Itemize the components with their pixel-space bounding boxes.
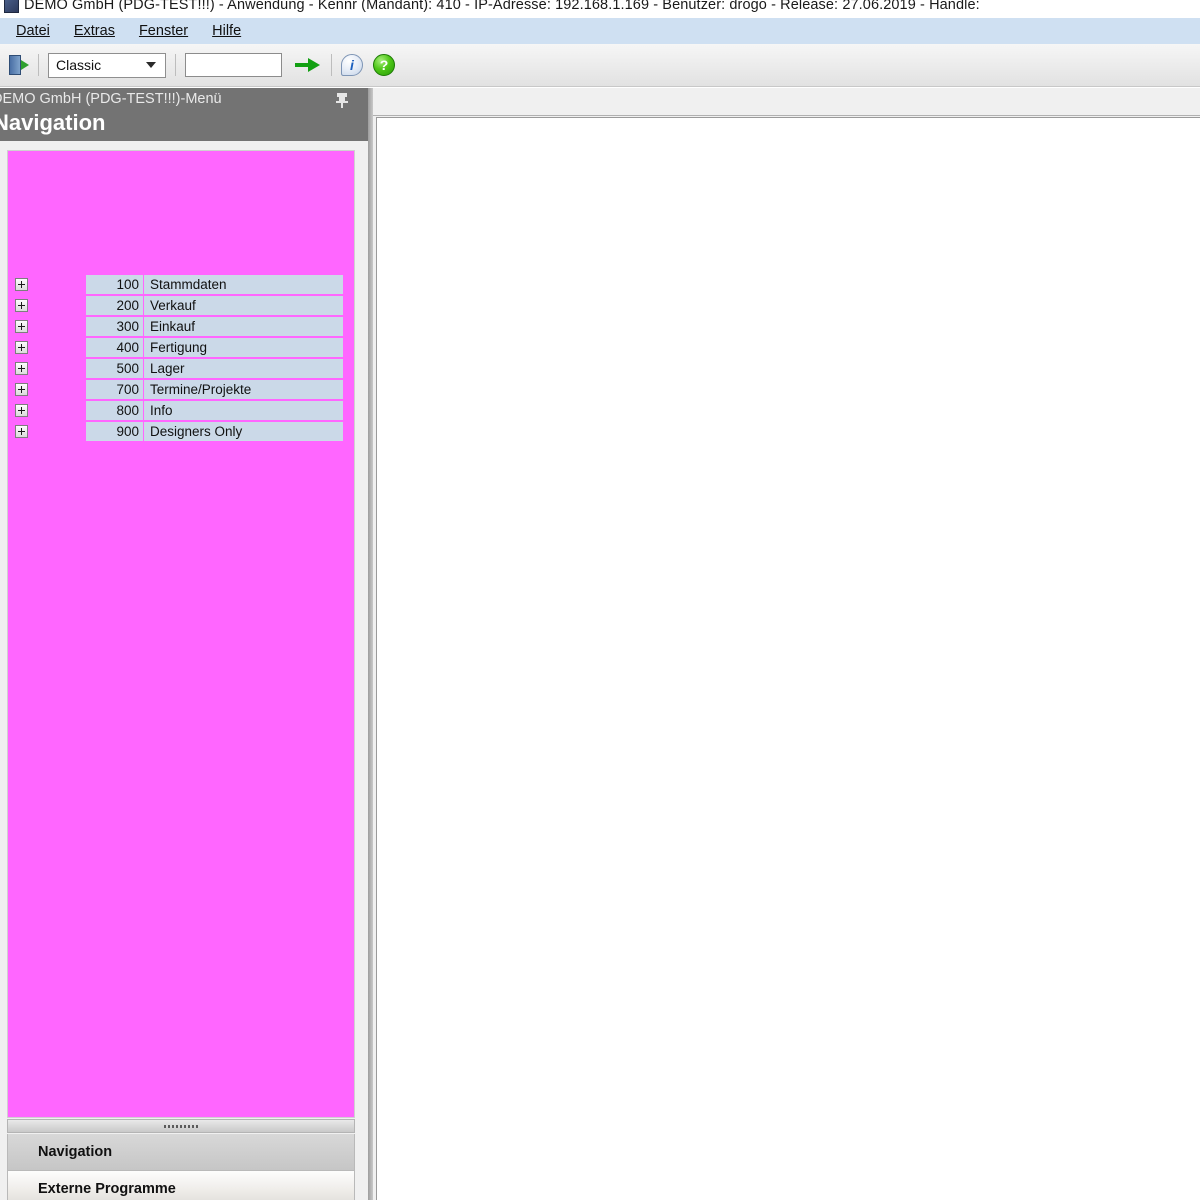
tree-row-cells: 300 Einkauf [86,317,343,336]
tree-row[interactable]: 900 Designers Only [8,422,354,441]
plus-expander-icon[interactable] [15,404,28,417]
menu-item-extras-label: Extras [73,23,115,39]
dock-bar-group: NavigationExterne ProgrammeFavoriten [7,1134,355,1200]
plus-expander-icon[interactable] [15,425,28,438]
arrow-head [308,58,320,72]
tree-item-label: Designers Only [144,422,343,441]
help-circle-icon[interactable]: ? [373,54,395,76]
skin-select[interactable]: Classic [48,52,166,78]
tree-row-cells: 200 Verkauf [86,296,343,315]
application-window: DEMO GmbH (PDG-TEST!!!) - Anwendung - Ke… [0,0,1200,1200]
grip-dot [168,1124,170,1128]
grip-dot [176,1124,178,1128]
dock-caption-bar: DEMO GmbH (PDG-TEST!!!)-Menü Navigation [0,88,368,141]
navigation-tree-list: 100 Stammdaten 200 Verkauf 300 Einkauf 400 Fert… [8,275,354,443]
dock-bar-label: Navigation [38,1144,113,1160]
menu-item-fenster[interactable]: Fenster [128,20,199,42]
tree-row[interactable]: 300 Einkauf [8,317,354,336]
tree-row-cells: 400 Fertigung [86,338,343,357]
tree-row[interactable]: 100 Stammdaten [8,275,354,294]
plus-expander-icon[interactable] [15,341,28,354]
menu-item-datei[interactable]: Datei [5,20,61,42]
info-balloon-icon[interactable]: i [341,54,363,76]
tree-item-code: 900 [86,422,143,441]
skin-select-value: Classic [56,57,102,73]
tree-item-label: Verkauf [144,296,343,315]
exit-door-icon[interactable] [9,55,29,75]
info-glyph: i [350,57,354,73]
tree-row-cells: 700 Termine/Projekte [86,380,343,399]
menu-item-fenster-label: Fenster [138,23,189,39]
grip-dot [164,1124,166,1128]
navigation-tree: 100 Stammdaten 200 Verkauf 300 Einkauf 400 Fert… [7,150,355,1118]
grip-dots-group [164,1124,198,1128]
tree-item-label: Einkauf [144,317,343,336]
plus-expander-icon[interactable] [15,320,28,333]
toolbar-separator-1 [38,54,39,76]
application-icon [4,0,19,13]
plus-expander-icon[interactable] [15,383,28,396]
mdi-client-area [376,117,1200,1200]
tree-item-label: Stammdaten [144,275,343,294]
grip-dot [192,1124,194,1128]
plus-expander-icon[interactable] [15,278,28,291]
tree-item-label: Info [144,401,343,420]
exit-door-shape [9,55,21,75]
grip-dot [196,1124,198,1128]
pin-needle-shape [341,102,343,108]
tree-item-label: Lager [144,359,343,378]
plus-expander-icon[interactable] [15,362,28,375]
mdi-top-band [368,88,1200,116]
tree-item-code: 800 [86,401,143,420]
tree-item-code: 700 [86,380,143,399]
navigation-dock-panel: DEMO GmbH (PDG-TEST!!!)-Menü Navigation … [0,88,368,1200]
menu-bar: Datei Extras Fenster Hilfe [0,18,1200,45]
tree-row[interactable]: 200 Verkauf [8,296,354,315]
toolbar-separator-3 [331,54,332,76]
chevron-down-icon [146,62,156,68]
menu-item-hilfe[interactable]: Hilfe [201,20,252,42]
toolbar-separator-2 [175,54,176,76]
search-input[interactable] [185,53,282,77]
tree-row-cells: 800 Info [86,401,343,420]
dock-heading: Navigation [0,110,106,135]
grip-dots-icon[interactable] [7,1119,355,1133]
tree-item-code: 200 [86,296,143,315]
tree-row[interactable]: 500 Lager [8,359,354,378]
dock-bar-button[interactable]: Externe Programme [7,1171,355,1200]
dock-caption-title: DEMO GmbH (PDG-TEST!!!)-Menü [0,91,222,107]
tree-item-code: 500 [86,359,143,378]
dock-bar-label: Externe Programme [38,1181,176,1197]
menu-item-datei-label: Datei [16,23,50,39]
menu-item-extras[interactable]: Extras [63,20,126,42]
tree-row[interactable]: 800 Info [8,401,354,420]
tree-item-code: 300 [86,317,143,336]
green-arrow-icon[interactable] [294,53,322,77]
tree-row-cells: 500 Lager [86,359,343,378]
tree-item-label: Fertigung [144,338,343,357]
window-title: DEMO GmbH (PDG-TEST!!!) - Anwendung - Ke… [24,0,980,13]
tree-row[interactable]: 400 Fertigung [8,338,354,357]
exit-arrow-shape [21,60,29,70]
grip-dot [184,1124,186,1128]
workspace: DEMO GmbH (PDG-TEST!!!)-Menü Navigation … [0,88,1200,1200]
tree-item-label: Termine/Projekte [144,380,343,399]
tree-row-cells: 900 Designers Only [86,422,343,441]
pin-icon[interactable] [335,92,349,108]
tree-row-cells: 100 Stammdaten [86,275,343,294]
menu-item-hilfe-label: Hilfe [212,23,242,39]
toolbar: Classic i ? [0,44,1200,87]
tree-row[interactable]: 700 Termine/Projekte [8,380,354,399]
grip-dot [188,1124,190,1128]
dock-bar-button[interactable]: Navigation [7,1134,355,1171]
tree-item-code: 400 [86,338,143,357]
title-bar: DEMO GmbH (PDG-TEST!!!) - Anwendung - Ke… [0,0,1200,16]
grip-dot [180,1124,182,1128]
tree-item-code: 100 [86,275,143,294]
grip-dot [172,1124,174,1128]
dock-splitter-vertical[interactable] [368,88,373,1200]
help-glyph: ? [379,57,389,73]
plus-expander-icon[interactable] [15,299,28,312]
